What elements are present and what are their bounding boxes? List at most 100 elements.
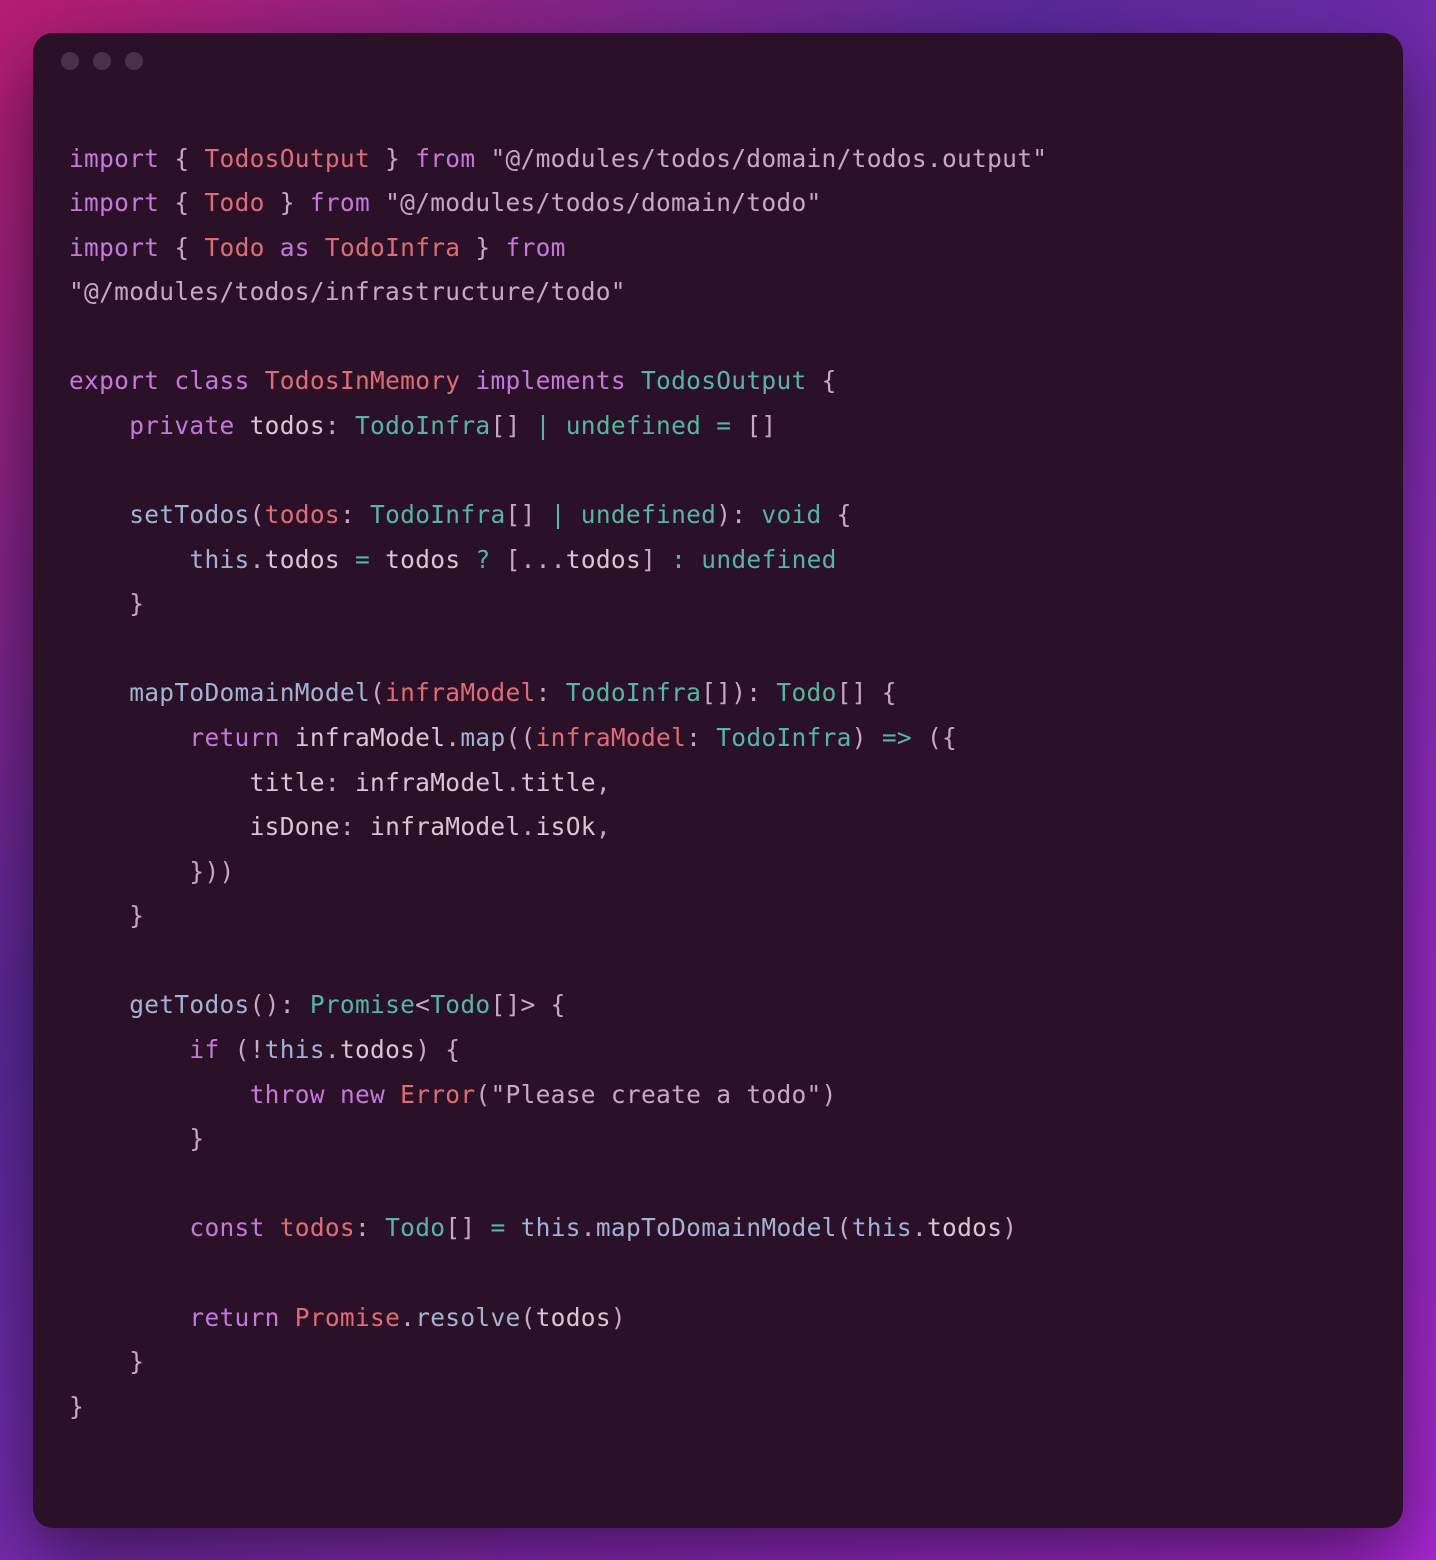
code-token: this — [521, 1213, 581, 1242]
code-token: ) — [852, 723, 882, 752]
code-token: Todo — [204, 188, 264, 217]
code-token: this — [852, 1213, 912, 1242]
code-token: Todo — [204, 233, 264, 262]
code-token: Todo — [430, 990, 490, 1019]
code-token — [69, 500, 129, 529]
code-token: TodosOutput — [641, 366, 807, 395]
code-token: ) — [611, 1303, 626, 1332]
code-token: as — [280, 233, 310, 262]
code-token: map — [460, 723, 505, 752]
code-token: infraModel — [370, 812, 521, 841]
traffic-light-minimize[interactable] — [93, 52, 111, 70]
code-token — [370, 188, 385, 217]
code-token: todos — [265, 500, 340, 529]
code-token: => — [882, 723, 912, 752]
code-token: if — [189, 1035, 219, 1064]
code-token: throw — [250, 1080, 325, 1109]
code-token: todos — [250, 411, 325, 440]
code-token: return — [189, 1303, 279, 1332]
code-token: todos — [385, 545, 460, 574]
code-token: TodosInMemory — [265, 366, 461, 395]
code-token: , — [596, 768, 611, 797]
code-token: { — [822, 500, 852, 529]
code-token: title — [521, 768, 596, 797]
code-token: . — [521, 812, 536, 841]
code-token: ( — [837, 1213, 852, 1242]
code-token: (): — [250, 990, 310, 1019]
code-token: ) { — [415, 1035, 460, 1064]
code-token: infraModel — [295, 723, 446, 752]
code-token: todos — [566, 545, 641, 574]
code-token: from — [310, 188, 370, 217]
code-token — [626, 366, 641, 395]
code-token — [280, 1303, 295, 1332]
code-token: . — [445, 723, 460, 752]
code-token — [69, 411, 129, 440]
code-token: TodoInfra — [716, 723, 851, 752]
code-token: } — [69, 1392, 84, 1421]
code-token: "Please create a todo" — [490, 1080, 821, 1109]
code-token: infraModel — [385, 678, 536, 707]
code-token: })) — [69, 857, 235, 886]
code-token: from — [415, 144, 475, 173]
code-token: } — [69, 589, 144, 618]
code-token: ( — [521, 1303, 536, 1332]
code-token: isDone — [250, 812, 340, 841]
code-token: ? — [475, 545, 490, 574]
code-token: : — [686, 723, 716, 752]
code-token: mapToDomainModel — [129, 678, 370, 707]
code-token: "@/modules/todos/domain/todo" — [385, 188, 821, 217]
traffic-light-close[interactable] — [61, 52, 79, 70]
code-token: mapToDomainModel — [596, 1213, 837, 1242]
code-token — [475, 144, 490, 173]
code-token — [701, 411, 716, 440]
code-token — [370, 545, 385, 574]
code-token: ) — [1002, 1213, 1017, 1242]
code-token — [69, 768, 250, 797]
code-token — [69, 678, 129, 707]
code-token — [460, 366, 475, 395]
code-token — [506, 1213, 521, 1242]
code-token: . — [912, 1213, 927, 1242]
code-token: import — [69, 144, 159, 173]
code-token — [686, 545, 701, 574]
code-token: void — [761, 500, 821, 529]
code-token: todos — [265, 545, 340, 574]
code-token: import — [69, 188, 159, 217]
code-token: : — [671, 545, 686, 574]
code-token: TodoInfra — [566, 678, 701, 707]
code-token: implements — [475, 366, 626, 395]
code-token: TodoInfra — [370, 500, 505, 529]
code-token: undefined — [581, 500, 716, 529]
code-token: "@/modules/todos/domain/todos.output" — [490, 144, 1047, 173]
code-token: } — [370, 144, 415, 173]
code-token: } — [69, 1347, 144, 1376]
code-token: ( — [475, 1080, 490, 1109]
code-token: . — [400, 1303, 415, 1332]
code-token: } — [265, 188, 310, 217]
code-token: (! — [220, 1035, 265, 1064]
code-token: ): — [716, 500, 761, 529]
code-token — [460, 545, 475, 574]
traffic-light-zoom[interactable] — [125, 52, 143, 70]
code-token — [310, 233, 325, 262]
code-token: "@/modules/todos/infrastructure/todo" — [69, 277, 626, 306]
code-token: todos — [927, 1213, 1002, 1242]
code-token: { — [159, 233, 204, 262]
code-token: TodoInfra — [355, 411, 490, 440]
code-token: return — [189, 723, 279, 752]
code-token: = — [355, 545, 370, 574]
code-token: TodoInfra — [325, 233, 460, 262]
code-token: from — [506, 233, 566, 262]
code-token: { — [159, 144, 204, 173]
code-token — [69, 1080, 250, 1109]
code-token: . — [250, 545, 265, 574]
code-token: | — [536, 411, 551, 440]
code-editor-content: import { TodosOutput } from "@/modules/t… — [33, 89, 1403, 1466]
code-token — [235, 411, 250, 440]
code-token — [385, 1080, 400, 1109]
code-token: Todo — [385, 1213, 445, 1242]
code-token: | — [551, 500, 566, 529]
code-token — [69, 723, 189, 752]
code-token: < — [415, 990, 430, 1019]
